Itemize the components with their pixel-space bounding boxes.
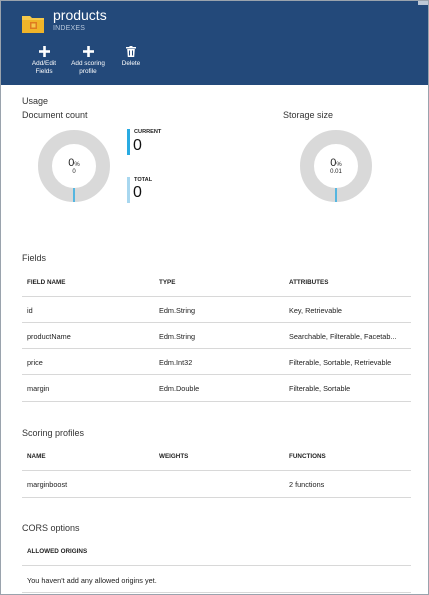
storage-size-label: Storage size xyxy=(283,110,334,120)
blade-header: products INDEXES Add/Edit Fields Add sco… xyxy=(1,1,428,85)
current-indicator-bar xyxy=(127,129,130,155)
field-type-cell: Edm.String xyxy=(159,306,196,315)
plus-icon xyxy=(38,46,50,57)
total-label: TOTAL xyxy=(134,177,153,183)
storage-size-subvalue: 0.01 xyxy=(330,169,342,175)
field-attributes-cell: Filterable, Sortable, Retrievable xyxy=(289,358,392,367)
divider xyxy=(22,470,411,471)
divider xyxy=(22,401,411,402)
trash-icon xyxy=(126,46,136,57)
field-attributes-cell: Filterable, Sortable xyxy=(289,384,351,393)
add-edit-fields-button[interactable]: Add/Edit Fields xyxy=(27,46,61,76)
column-header-weights[interactable]: WEIGHTS xyxy=(159,453,188,460)
usage-section-title: Usage xyxy=(22,96,49,106)
total-value: 0 xyxy=(133,184,142,201)
document-count-donut: 0% 0 xyxy=(37,129,111,203)
field-name-cell: productName xyxy=(27,332,71,341)
field-attributes-cell: Searchable, Filterable, Facetab... xyxy=(289,332,397,341)
scoring-profiles-section-title: Scoring profiles xyxy=(22,428,85,438)
delete-label: Delete xyxy=(121,60,141,67)
add-scoring-profile-button[interactable]: Add scoring profile xyxy=(66,46,110,76)
field-name-cell: id xyxy=(27,306,33,315)
column-header-type[interactable]: TYPE xyxy=(159,279,175,286)
field-type-cell: Edm.Double xyxy=(159,384,200,393)
current-label: CURRENT xyxy=(134,129,162,135)
field-name-cell: price xyxy=(27,358,43,367)
divider xyxy=(22,374,411,375)
cors-section-title: CORS options xyxy=(22,523,80,533)
add-scoring-profile-label: Add scoring xyxy=(71,60,105,67)
field-attributes-cell: Key, Retrievable xyxy=(289,306,342,315)
window-control[interactable] xyxy=(418,1,428,5)
index-blade: products INDEXES Add/Edit Fields Add sco… xyxy=(0,0,429,595)
add-edit-fields-label-2: Fields xyxy=(35,68,53,75)
divider xyxy=(22,565,411,566)
search-index-icon xyxy=(22,16,44,33)
fields-section-title: Fields xyxy=(22,253,47,263)
delete-button[interactable]: Delete xyxy=(116,46,146,68)
divider xyxy=(22,592,411,593)
divider xyxy=(22,348,411,349)
column-header-name[interactable]: NAME xyxy=(27,453,46,460)
cors-empty-message: You haven't add any allowed origins yet. xyxy=(27,576,157,585)
current-value: 0 xyxy=(133,137,142,154)
document-count-label: Document count xyxy=(22,110,88,120)
divider xyxy=(22,322,411,323)
field-name-cell: margin xyxy=(27,384,50,393)
blade-title: products xyxy=(53,7,107,23)
column-header-allowed-origins[interactable]: ALLOWED ORIGINS xyxy=(27,548,87,555)
total-indicator-bar xyxy=(127,177,130,203)
scoring-profile-functions-cell: 2 functions xyxy=(289,480,325,489)
field-type-cell: Edm.String xyxy=(159,332,196,341)
document-count-percent: 0% xyxy=(68,157,80,169)
divider xyxy=(22,497,411,498)
add-scoring-profile-label-2: profile xyxy=(79,68,97,75)
document-count-subvalue: 0 xyxy=(72,169,76,175)
column-header-field-name[interactable]: FIELD NAME xyxy=(27,279,65,286)
column-header-attributes[interactable]: ATTRIBUTES xyxy=(289,279,328,286)
scoring-profile-name-cell: marginboost xyxy=(27,480,68,489)
plus-icon xyxy=(82,46,94,57)
column-header-functions[interactable]: FUNCTIONS xyxy=(289,453,326,460)
add-edit-fields-label: Add/Edit xyxy=(31,60,57,67)
blade-subtitle: INDEXES xyxy=(53,25,86,32)
storage-size-percent: 0% xyxy=(330,157,342,169)
field-type-cell: Edm.Int32 xyxy=(159,358,193,367)
divider xyxy=(22,296,411,297)
storage-size-donut: 0% 0.01 xyxy=(299,129,373,203)
